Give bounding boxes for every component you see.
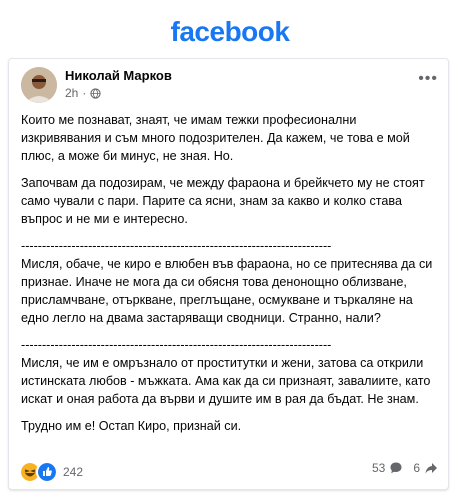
post-paragraph: ----------------------------------------… bbox=[21, 239, 433, 325]
post-header: Николай Марков 2h · ••• bbox=[9, 59, 448, 111]
comment-count[interactable]: 53 bbox=[372, 461, 385, 475]
post-paragraph: ----------------------------------------… bbox=[21, 338, 431, 406]
post-footer: 242 53 6 bbox=[9, 461, 448, 483]
post-body: Които ме познават, знаят, че имам тежки … bbox=[9, 111, 448, 435]
separator-dot: · bbox=[82, 86, 87, 100]
author-name[interactable]: Николай Марков bbox=[65, 68, 172, 83]
post-card: Николай Марков 2h · ••• Които ме познава… bbox=[8, 58, 449, 490]
avatar[interactable] bbox=[21, 67, 57, 103]
like-icon bbox=[36, 461, 58, 483]
post-time[interactable]: 2h bbox=[65, 86, 78, 100]
reactions-summary[interactable]: 242 bbox=[19, 461, 83, 483]
facebook-logo: facebook bbox=[170, 16, 290, 47]
engagement-stats: 53 6 bbox=[372, 461, 438, 475]
share-icon[interactable] bbox=[424, 461, 438, 475]
post-meta: 2h · bbox=[65, 86, 101, 100]
post-paragraph: Трудно им е! Остап Киро, признай си. bbox=[21, 419, 242, 433]
globe-icon bbox=[90, 87, 101, 99]
more-dots-icon[interactable]: ••• bbox=[418, 71, 438, 87]
share-count[interactable]: 6 bbox=[413, 461, 420, 475]
post-paragraph: Започвам да подозирам, че между фараона … bbox=[21, 176, 429, 226]
post-paragraph: Които ме познават, знаят, че имам тежки … bbox=[21, 113, 414, 163]
reaction-count: 242 bbox=[63, 465, 84, 479]
comment-icon[interactable] bbox=[389, 461, 403, 475]
